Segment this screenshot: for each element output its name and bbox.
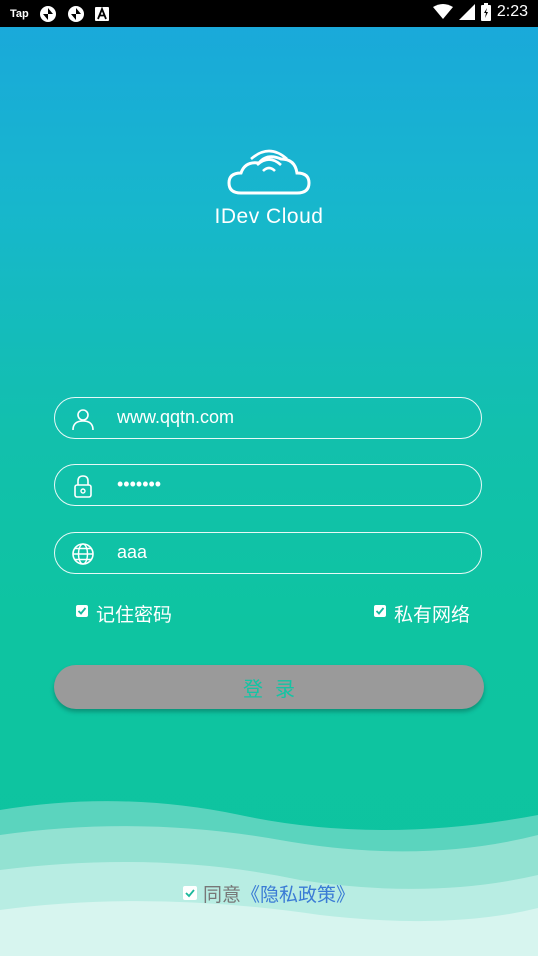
remember-password-option[interactable]: 记住密码 (76, 600, 172, 627)
globe-icon (72, 543, 94, 565)
wifi-icon (432, 4, 453, 19)
status-time: 2:23 (496, 3, 528, 20)
status-bar-right: 2:23 (432, 3, 528, 21)
app-logo: IDev Cloud (0, 145, 538, 229)
sync-icon (39, 6, 56, 22)
sync-icon (67, 6, 84, 22)
cloud-wifi-icon (227, 149, 311, 195)
checkmark-icon (77, 606, 87, 615)
status-bar: Tap 2:23 (0, 0, 538, 27)
agree-checkbox[interactable] (182, 883, 197, 900)
privacy-agreement: 同意 《隐私政策》 (0, 880, 538, 907)
remember-label: 记住密码 (96, 604, 173, 626)
agree-label: 同意 (202, 884, 241, 906)
signal-icon (458, 4, 475, 20)
remember-checkbox[interactable] (76, 604, 88, 617)
private-network-label: 私有网络 (394, 604, 471, 626)
username-field[interactable] (54, 397, 482, 439)
login-screen: Tap 2:23 IDev Cloud www.qqtn.com aaa 记住密… (0, 0, 538, 956)
lock-icon (74, 475, 92, 498)
checkmark-icon (182, 885, 197, 900)
battery-icon (480, 3, 491, 21)
checkmark-icon (375, 606, 385, 615)
status-bar-left: Tap (10, 5, 109, 23)
private-network-option[interactable]: 私有网络 (374, 600, 470, 627)
app-title: IDev Cloud (214, 205, 324, 228)
user-icon (72, 409, 94, 431)
font-a-icon (94, 7, 109, 21)
username-input[interactable] (117, 398, 467, 437)
tap-logo-icon: Tap (10, 8, 29, 20)
password-field[interactable] (54, 464, 482, 506)
wave-decoration (0, 801, 538, 956)
password-input[interactable] (117, 465, 467, 504)
privacy-policy-link[interactable]: 《隐私政策》 (241, 880, 355, 907)
server-input[interactable] (117, 533, 467, 572)
private-network-checkbox[interactable] (374, 604, 386, 617)
server-field[interactable] (54, 532, 482, 574)
login-button[interactable]: 登录 (54, 665, 484, 709)
